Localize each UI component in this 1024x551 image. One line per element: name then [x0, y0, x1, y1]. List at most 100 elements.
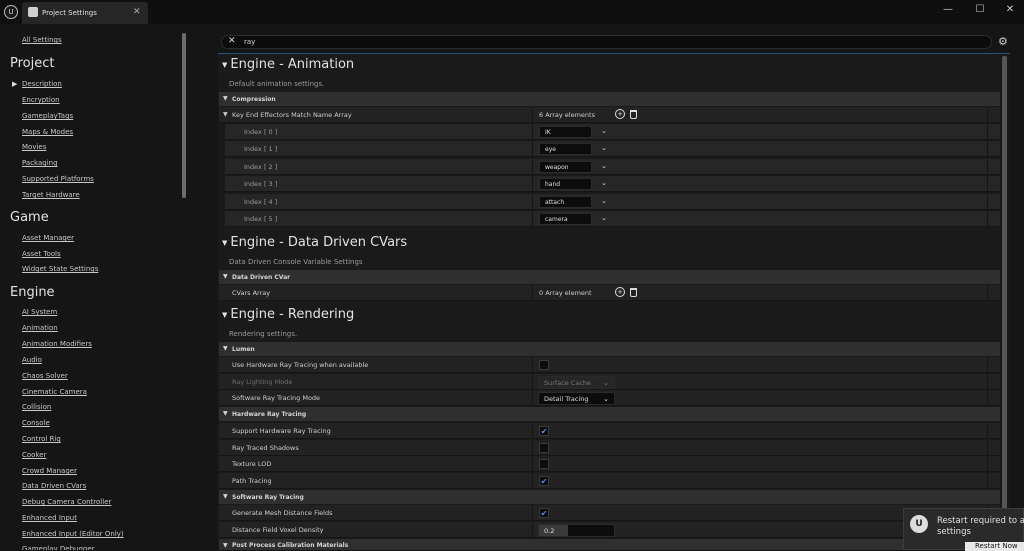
software-ray-tracing-mode-select[interactable]: Detail Tracing ⌄ — [538, 392, 615, 405]
section-header-rendering[interactable]: ▼ Engine - Rendering — [222, 307, 354, 322]
section-header-animation[interactable]: ▼ Engine - Animation — [222, 57, 354, 72]
column-divider — [987, 159, 988, 175]
all-settings-link[interactable]: All Settings — [22, 36, 62, 44]
support-hw-ray-tracing-checkbox[interactable]: ✔ — [539, 426, 549, 436]
column-divider — [987, 141, 988, 157]
element-index: Index [ 5 ] — [244, 215, 278, 223]
maximize-button[interactable]: ☐ — [972, 4, 988, 15]
collapse-icon: ▼ — [223, 410, 228, 417]
sidebar-item-crowd-manager[interactable]: Crowd Manager — [22, 467, 77, 475]
add-element-icon[interactable]: + — [615, 287, 625, 297]
element-value-input[interactable]: hand — [539, 178, 592, 190]
category-hardware-ray-tracing[interactable]: ▼ Hardware Ray Tracing — [219, 407, 1000, 421]
property-label: Path Tracing — [232, 477, 272, 485]
sidebar-item-cooker[interactable]: Cooker — [22, 451, 46, 459]
sidebar-item-console[interactable]: Console — [22, 419, 50, 427]
column-divider — [532, 456, 533, 472]
property-label: Generate Mesh Distance Fields — [232, 509, 333, 517]
sidebar-item-control-rig[interactable]: Control Rig — [22, 435, 61, 443]
sidebar-item-animation[interactable]: Animation — [22, 324, 58, 332]
sidebar-scrollbar[interactable] — [182, 33, 186, 198]
category-compression[interactable]: ▼ Compression — [219, 92, 1000, 106]
sidebar-item-gameplay-debugger[interactable]: Gameplay Debugger — [22, 545, 95, 550]
category-data-driven-cvar[interactable]: ▼ Data Driven CVar — [219, 270, 1000, 284]
column-divider — [532, 522, 533, 538]
column-divider — [532, 357, 533, 373]
hw-ray-tracing-checkbox[interactable] — [539, 360, 549, 370]
sidebar-item-enhanced-input-editor[interactable]: Enhanced Input (Editor Only) — [22, 530, 124, 538]
array-element-row: Index [ 0 ] IK ⌄ — [225, 124, 1000, 140]
setting-row: Use Hardware Ray Tracing when available — [219, 357, 1000, 373]
details-scrollbar[interactable] — [1002, 56, 1007, 536]
property-label: Distance Field Voxel Density — [232, 526, 324, 534]
chevron-down-icon[interactable]: ⌄ — [601, 144, 607, 152]
cvars-array-row: CVars Array 0 Array element + — [219, 285, 1000, 301]
property-label: Ray Lighting Mode — [232, 378, 293, 386]
element-value-input[interactable]: eye — [539, 143, 592, 155]
tab-project-settings[interactable]: Project Settings ✕ — [22, 2, 148, 24]
sidebar-item-target-hardware[interactable]: Target Hardware — [22, 191, 80, 199]
sidebar-item-chaos-solver[interactable]: Chaos Solver — [22, 372, 68, 380]
search-input[interactable] — [221, 35, 992, 49]
chevron-down-icon[interactable]: ⌄ — [601, 162, 607, 170]
collapse-icon[interactable]: ▼ — [223, 111, 228, 118]
generate-mesh-distance-fields-checkbox[interactable]: ✔ — [539, 508, 549, 518]
column-divider — [532, 423, 533, 439]
element-value-input[interactable]: camera — [539, 213, 592, 225]
sidebar-item-asset-tools[interactable]: Asset Tools — [22, 250, 61, 258]
sidebar-item-animation-modifiers[interactable]: Animation Modifiers — [22, 340, 92, 348]
ray-traced-shadows-checkbox[interactable] — [539, 443, 549, 453]
close-window-button[interactable]: ✕ — [1002, 4, 1018, 15]
select-value: Detail Tracing — [544, 395, 589, 403]
category-post-process-calibration[interactable]: ▼ Post Process Calibration Materials — [219, 539, 1000, 550]
tab-close-button[interactable]: ✕ — [133, 7, 141, 17]
column-divider — [532, 440, 533, 456]
sidebar-item-supported-platforms[interactable]: Supported Platforms — [22, 175, 94, 183]
property-label: Ray Traced Shadows — [232, 444, 299, 452]
chevron-down-icon[interactable]: ⌄ — [601, 179, 607, 187]
sidebar-item-widget-state-settings[interactable]: Widget State Settings — [22, 265, 98, 273]
sidebar-item-packaging[interactable]: Packaging — [22, 159, 58, 167]
element-index: Index [ 1 ] — [244, 145, 278, 153]
texture-lod-checkbox[interactable] — [539, 459, 549, 469]
element-value-input[interactable]: attach — [539, 196, 592, 208]
sidebar-item-description[interactable]: Description — [22, 80, 62, 88]
sidebar-item-cinematic-camera[interactable]: Cinematic Camera — [22, 388, 87, 396]
sidebar-item-asset-manager[interactable]: Asset Manager — [22, 234, 74, 242]
sidebar-item-enhanced-input[interactable]: Enhanced Input — [22, 514, 77, 522]
add-element-icon[interactable]: + — [615, 109, 625, 119]
element-index: Index [ 3 ] — [244, 180, 278, 188]
element-value-input[interactable]: weapon — [539, 161, 592, 173]
array-element-row: Index [ 5 ] camera ⌄ — [225, 211, 1000, 227]
chevron-down-icon[interactable]: ⌄ — [601, 127, 607, 135]
element-value-input[interactable]: IK — [539, 126, 592, 138]
sidebar-item-encryption[interactable]: Encryption — [22, 96, 60, 104]
sidebar-item-audio[interactable]: Audio — [22, 356, 42, 364]
minimize-button[interactable]: — — [940, 4, 956, 15]
column-divider — [987, 357, 988, 373]
voxel-density-input[interactable]: 0.2 — [538, 524, 615, 537]
sidebar-item-debug-camera-controller[interactable]: Debug Camera Controller — [22, 498, 111, 506]
column-divider — [532, 107, 533, 123]
path-tracing-checkbox[interactable]: ✔ — [539, 476, 549, 486]
chevron-down-icon[interactable]: ⌄ — [601, 214, 607, 222]
sidebar-item-movies[interactable]: Movies — [22, 143, 46, 151]
category-lumen[interactable]: ▼ Lumen — [219, 342, 1000, 356]
sidebar-item-ai-system[interactable]: AI System — [22, 308, 57, 316]
chevron-down-icon[interactable]: ⌄ — [601, 197, 607, 205]
clear-search-icon[interactable]: ✕ — [228, 36, 236, 46]
section-header-data-driven-cvars[interactable]: ▼ Engine - Data Driven CVars — [222, 235, 407, 250]
category-software-ray-tracing[interactable]: ▼ Software Ray Tracing — [219, 490, 1000, 504]
sidebar-item-data-driven-cvars[interactable]: Data Driven CVars — [22, 482, 86, 490]
sidebar-group-project: Project — [10, 56, 55, 71]
section-description: Data Driven Console Variable Settings — [229, 258, 363, 266]
gear-icon[interactable]: ⚙ — [998, 35, 1008, 48]
delete-icon[interactable] — [630, 288, 637, 297]
selected-arrow-icon: ▶ — [12, 80, 18, 88]
tab-title: Project Settings — [42, 9, 97, 17]
column-divider — [532, 374, 533, 390]
sidebar-item-gameplaytags[interactable]: GameplayTags — [22, 112, 73, 120]
sidebar-item-maps-modes[interactable]: Maps & Modes — [22, 128, 73, 136]
sidebar-item-collision[interactable]: Collision — [22, 403, 51, 411]
delete-icon[interactable] — [630, 110, 637, 119]
